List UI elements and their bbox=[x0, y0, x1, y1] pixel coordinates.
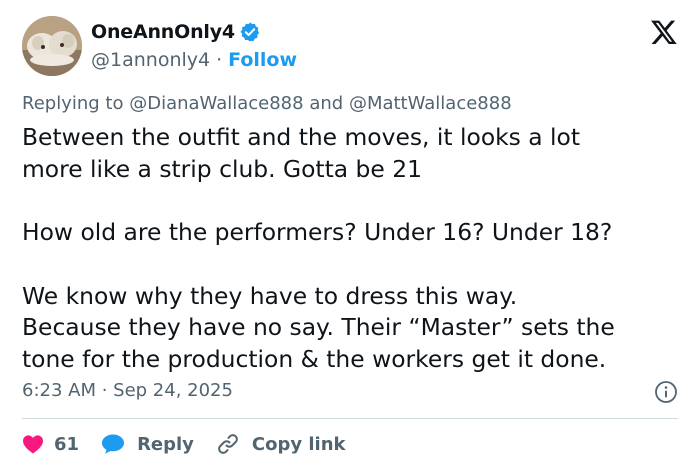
timestamp[interactable]: 6:23 AM · Sep 24, 2025 bbox=[22, 380, 233, 401]
separator-dot: · bbox=[216, 49, 223, 71]
heart-icon bbox=[23, 435, 43, 454]
tweet-text: Between the outfit and the moves, it loo… bbox=[22, 123, 615, 373]
link-icon bbox=[218, 434, 238, 454]
like-button[interactable]: 61 bbox=[22, 434, 79, 455]
verified-badge-icon bbox=[240, 22, 260, 42]
like-count: 61 bbox=[54, 433, 80, 455]
copy-link-button[interactable]: Copy link bbox=[216, 432, 346, 456]
avatar-image bbox=[22, 16, 82, 76]
handle[interactable]: @1annonly4 bbox=[91, 49, 210, 71]
info-icon[interactable] bbox=[654, 380, 678, 404]
reply-button[interactable]: Reply bbox=[101, 433, 194, 455]
follow-button[interactable]: Follow bbox=[228, 49, 297, 71]
tweet-card: OneAnnOnly4 @1annonly4 · Follow Replying… bbox=[0, 0, 700, 471]
divider bbox=[22, 418, 678, 419]
reply-conjunction: and bbox=[309, 93, 344, 114]
replying-prefix: Replying to bbox=[22, 93, 124, 114]
replying-to: Replying to @DianaWallace888 and @MattWa… bbox=[22, 93, 512, 114]
handle-row: @1annonly4 · Follow bbox=[91, 47, 297, 73]
reply-mention-matt[interactable]: @MattWallace888 bbox=[349, 93, 512, 114]
x-logo-icon[interactable] bbox=[650, 18, 678, 46]
reply-mention-diana[interactable]: @DianaWallace888 bbox=[129, 93, 303, 114]
display-name[interactable]: OneAnnOnly4 bbox=[91, 21, 235, 43]
action-bar: 61 Reply Copy link bbox=[22, 430, 346, 458]
reply-label: Reply bbox=[137, 433, 194, 455]
copy-link-label: Copy link bbox=[251, 433, 346, 455]
avatar[interactable] bbox=[22, 16, 82, 76]
reply-bubble-icon bbox=[102, 434, 125, 454]
display-name-row: OneAnnOnly4 bbox=[91, 18, 261, 46]
